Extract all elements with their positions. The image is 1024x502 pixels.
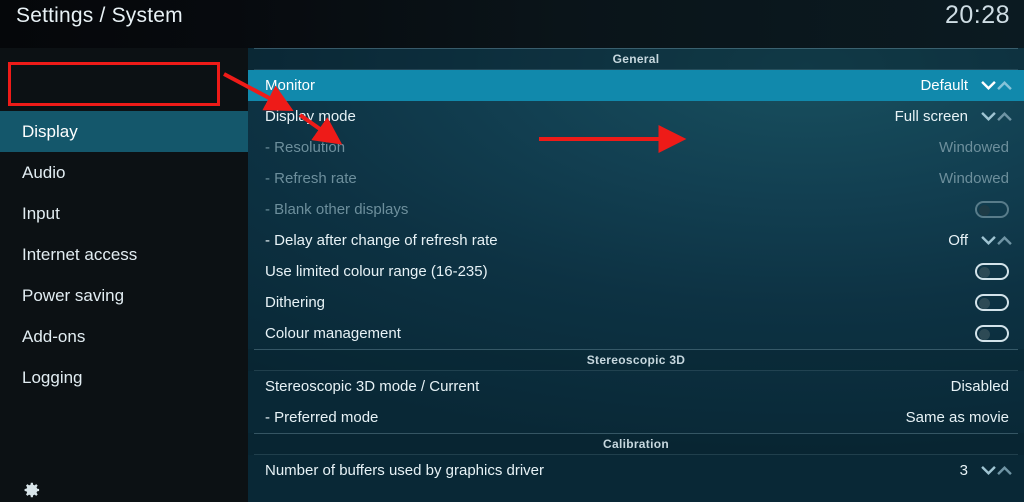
toggle-switch: [975, 201, 1009, 218]
settings-row[interactable]: Monitor Default: [248, 70, 1024, 101]
settings-row-label: Monitor: [265, 77, 316, 94]
settings-row-value: Full screen: [894, 108, 968, 125]
settings-row[interactable]: Number of buffers used by graphics drive…: [248, 455, 1024, 486]
settings-group-header: General: [248, 48, 1024, 70]
sidebar-item-input[interactable]: Input: [0, 193, 248, 234]
chevron-down-icon[interactable]: [981, 110, 996, 123]
settings-row-value: 3: [959, 462, 968, 479]
chevron-down-icon[interactable]: [981, 79, 996, 92]
settings-row-value: Disabled: [950, 378, 1009, 395]
settings-row[interactable]: Colour management: [248, 318, 1024, 349]
chevron-up-icon[interactable]: [997, 110, 1012, 123]
settings-row[interactable]: Display mode Full screen: [248, 101, 1024, 132]
settings-row-value: Windowed: [938, 170, 1009, 187]
settings-row-value: Windowed: [938, 139, 1009, 156]
settings-row[interactable]: - Preferred mode Same as movie: [248, 402, 1024, 433]
kodi-settings-window: Settings / System 20:28 Display Audio Inpu…: [0, 0, 1024, 502]
settings-row-label: - Preferred mode: [265, 409, 379, 426]
settings-group-header: Calibration: [248, 433, 1024, 455]
toggle-switch[interactable]: [975, 263, 1009, 280]
settings-row-label: - Delay after change of refresh rate: [265, 232, 498, 249]
sidebar-item-label: Input: [22, 203, 60, 223]
sidebar-item-label: Internet access: [22, 244, 138, 264]
settings-row[interactable]: Use limited colour range (16-235): [248, 256, 1024, 287]
sidebar-item-logging[interactable]: Logging: [0, 357, 248, 398]
settings-group-title: General: [612, 52, 660, 66]
spinner-control[interactable]: [974, 234, 1016, 247]
spinner-control[interactable]: [974, 110, 1016, 123]
toggle-knob: [979, 267, 990, 278]
sidebar: Display Audio Input Internet access Power sa…: [0, 48, 290, 502]
settings-group-title: Stereoscopic 3D: [586, 353, 686, 367]
settings-row-label: - Refresh rate: [265, 170, 357, 187]
settings-row-value: Default: [920, 77, 968, 94]
sidebar-item-label: Logging: [22, 367, 83, 387]
sidebar-item-add-ons[interactable]: Add-ons: [0, 316, 248, 357]
sidebar-item-display[interactable]: Display: [0, 111, 248, 152]
spinner-control[interactable]: [974, 79, 1016, 92]
sidebar-item-label: Display: [22, 121, 78, 141]
spinner-control[interactable]: [974, 464, 1016, 477]
chevron-up-icon[interactable]: [997, 464, 1012, 477]
settings-row-label: Number of buffers used by graphics drive…: [265, 462, 545, 479]
settings-row: - Resolution Windowed: [248, 132, 1024, 163]
settings-row: - Refresh rate Windowed: [248, 163, 1024, 194]
clock: 20:28: [944, 1, 1010, 29]
chevron-up-icon[interactable]: [997, 234, 1012, 247]
toggle-knob: [979, 329, 990, 340]
sidebar-item-label: Audio: [22, 162, 66, 182]
settings-content-panel: General Monitor Default Display mode Full sc…: [248, 48, 1024, 502]
settings-row[interactable]: Stereoscopic 3D mode / Current Disabled: [248, 371, 1024, 402]
settings-row-value: Off: [948, 232, 968, 249]
settings-group-header: Stereoscopic 3D: [248, 349, 1024, 371]
settings-row-label: - Blank other displays: [265, 201, 409, 218]
settings-row-label: Dithering: [265, 294, 326, 311]
gear-icon[interactable]: [22, 480, 42, 500]
settings-row-label: Stereoscopic 3D mode / Current: [265, 378, 480, 395]
chevron-down-icon[interactable]: [981, 464, 996, 477]
chevron-down-icon[interactable]: [981, 234, 996, 247]
sidebar-item-audio[interactable]: Audio: [0, 152, 248, 193]
toggle-knob: [979, 298, 990, 309]
chevron-up-icon[interactable]: [997, 79, 1012, 92]
page-title: Settings / System: [16, 4, 183, 27]
toggle-knob: [979, 205, 990, 216]
settings-row[interactable]: Dithering: [248, 287, 1024, 318]
toggle-switch[interactable]: [975, 325, 1009, 342]
sidebar-item-power-saving[interactable]: Power saving: [0, 275, 248, 316]
settings-group-title: Calibration: [603, 437, 669, 451]
title-bar: Settings / System 20:28: [0, 0, 1024, 48]
settings-row-value: Same as movie: [905, 409, 1009, 426]
sidebar-item-internet-access[interactable]: Internet access: [0, 234, 248, 275]
settings-row[interactable]: - Delay after change of refresh rate Off: [248, 225, 1024, 256]
settings-row-label: - Resolution: [265, 139, 346, 156]
settings-row-label: Display mode: [265, 108, 356, 125]
settings-row: - Blank other displays: [248, 194, 1024, 225]
toggle-switch[interactable]: [975, 294, 1009, 311]
settings-row-label: Colour management: [265, 325, 401, 342]
settings-row-label: Use limited colour range (16-235): [265, 263, 488, 280]
sidebar-item-label: Add-ons: [22, 326, 86, 346]
sidebar-item-label: Power saving: [22, 285, 125, 305]
